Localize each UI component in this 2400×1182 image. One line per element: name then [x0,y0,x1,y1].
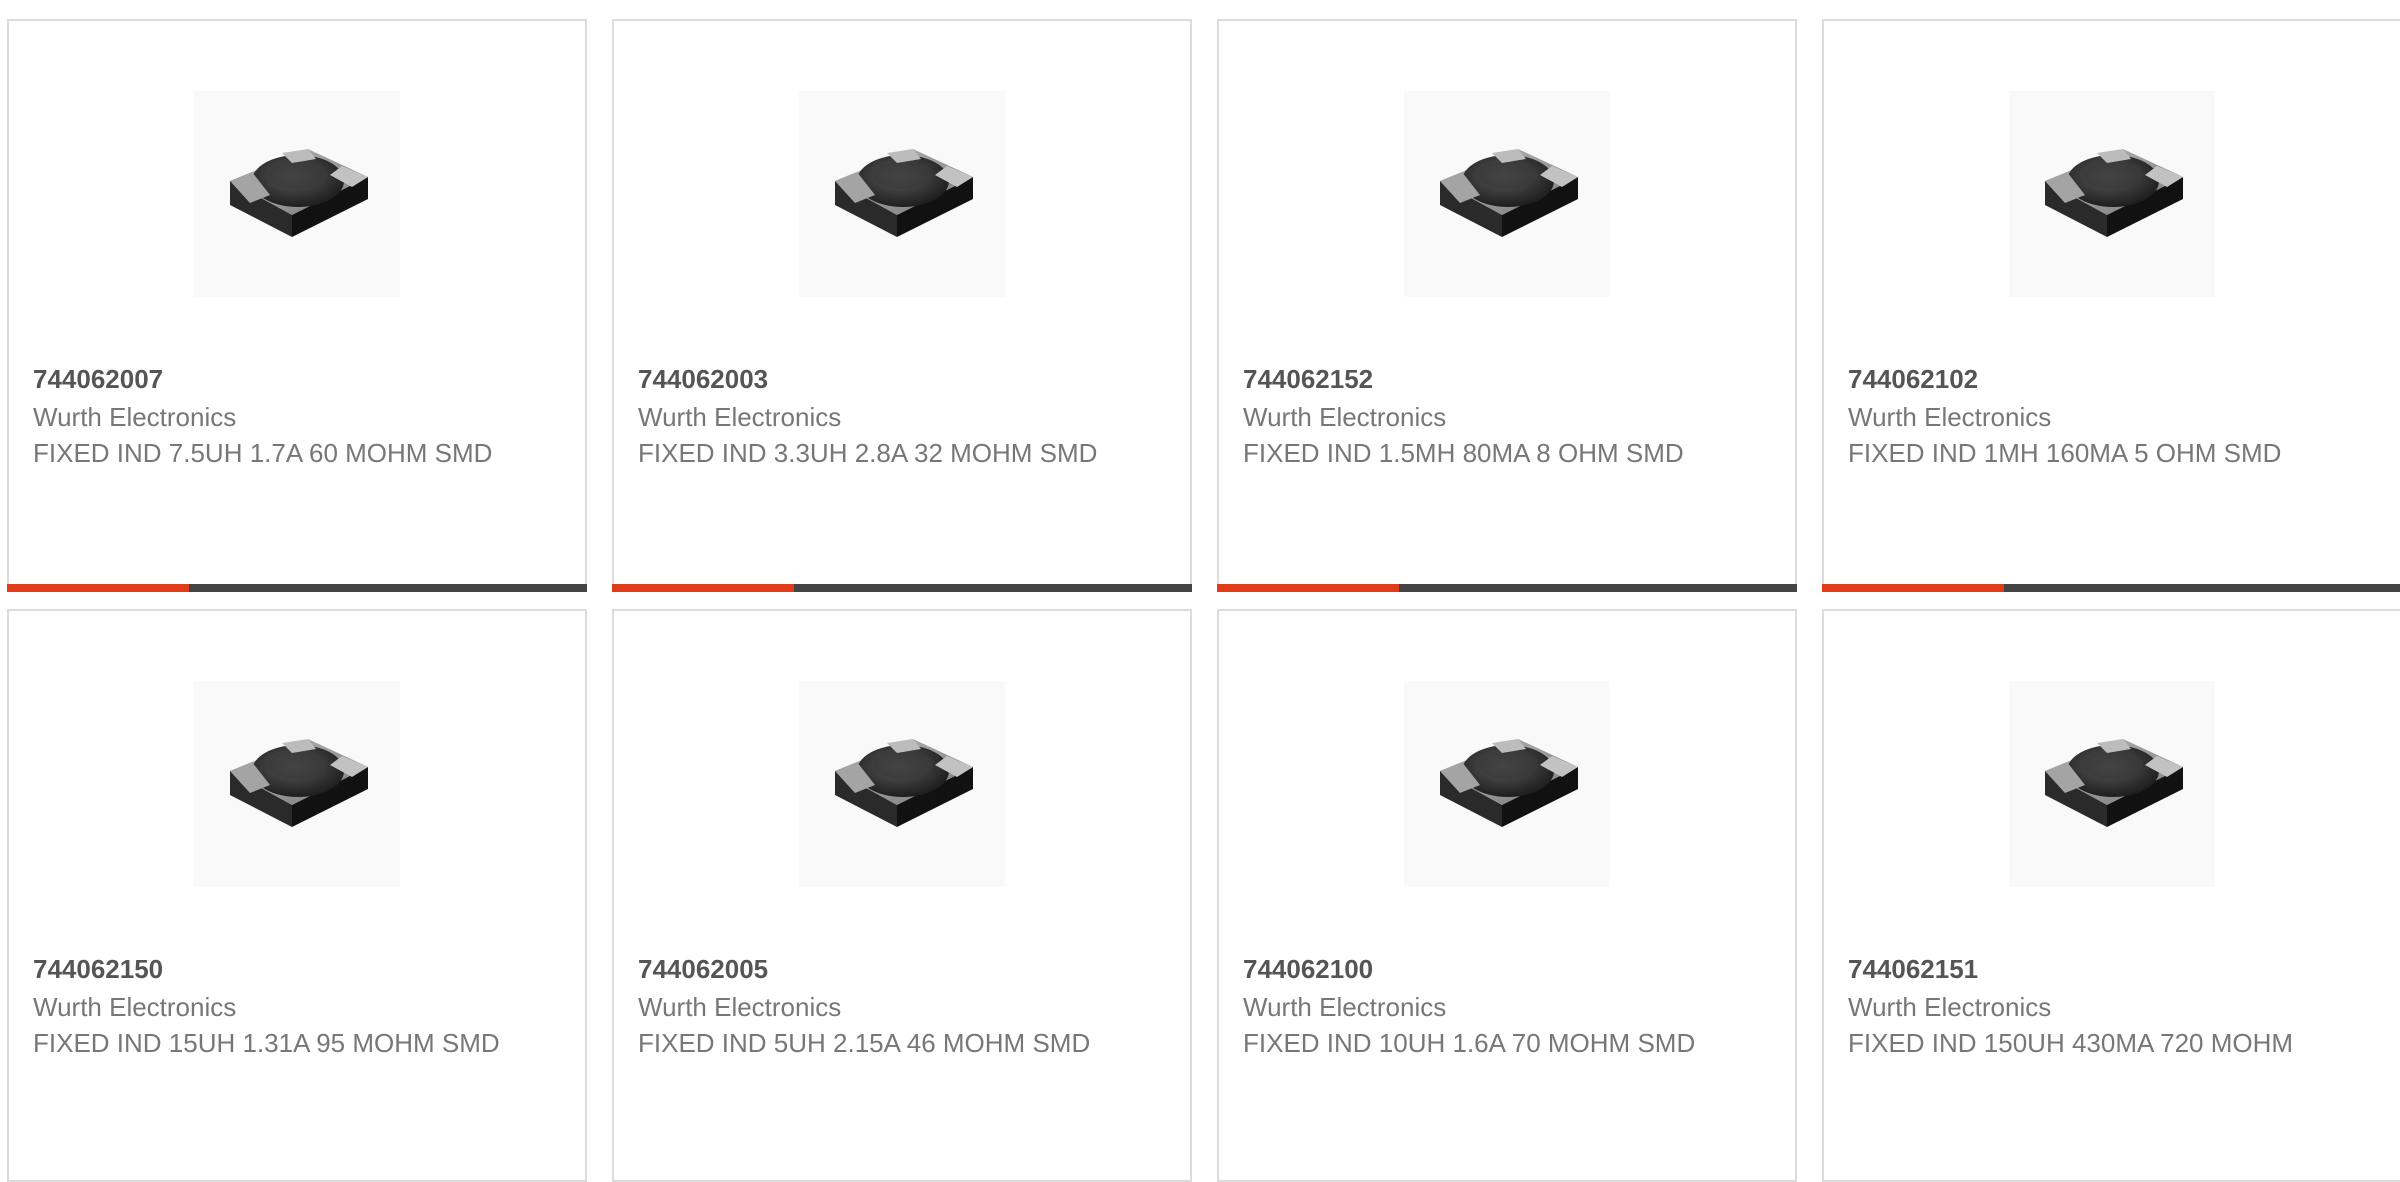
product-info: 744062102 Wurth Electronics FIXED IND 1M… [1848,361,2338,471]
product-info: 744062152 Wurth Electronics FIXED IND 1.… [1243,361,1733,471]
product-info: 744062100 Wurth Electronics FIXED IND 10… [1243,951,1733,1061]
card-bottom-bar [7,584,587,592]
smd-inductor-icon [230,149,368,237]
product-card[interactable]: 744062151 Wurth Electronics FIXED IND 15… [1822,609,2400,1182]
product-card[interactable]: 744062102 Wurth Electronics FIXED IND 1M… [1822,19,2400,592]
part-number[interactable]: 744062151 [1848,951,2338,987]
part-number[interactable]: 744062003 [638,361,1128,397]
manufacturer: Wurth Electronics [33,402,237,432]
card-bottom-bar [612,584,1192,592]
manufacturer: Wurth Electronics [638,402,842,432]
product-card[interactable]: 744062003 Wurth Electronics FIXED IND 3.… [612,19,1192,592]
smd-inductor-icon [835,149,973,237]
smd-inductor-icon [2045,739,2183,827]
part-number[interactable]: 744062152 [1243,361,1733,397]
smd-inductor-icon [230,739,368,827]
smd-inductor-icon [1440,149,1578,237]
product-description: FIXED IND 3.3UH 2.8A 32 MOHM SMD [638,438,1098,468]
manufacturer: Wurth Electronics [1848,402,2052,432]
part-number[interactable]: 744062102 [1848,361,2338,397]
smd-inductor-icon [1440,739,1578,827]
card-accent-bar [1822,584,2004,592]
manufacturer: Wurth Electronics [1848,992,2052,1022]
card-bottom-bar [1217,584,1797,592]
card-accent-bar [1217,584,1399,592]
product-image[interactable] [1404,681,1610,887]
product-grid: 744062007 Wurth Electronics FIXED IND 7.… [7,19,2400,1182]
product-card[interactable]: 744062100 Wurth Electronics FIXED IND 10… [1217,609,1797,1182]
manufacturer: Wurth Electronics [33,992,237,1022]
part-number[interactable]: 744062150 [33,951,523,987]
card-accent-bar [612,584,794,592]
product-description: FIXED IND 1MH 160MA 5 OHM SMD [1848,438,2282,468]
product-description: FIXED IND 5UH 2.15A 46 MOHM SMD [638,1028,1091,1058]
product-description: FIXED IND 7.5UH 1.7A 60 MOHM SMD [33,438,493,468]
product-image[interactable] [799,91,1005,297]
product-info: 744062007 Wurth Electronics FIXED IND 7.… [33,361,523,471]
product-description: FIXED IND 10UH 1.6A 70 MOHM SMD [1243,1028,1696,1058]
product-card[interactable]: 744062152 Wurth Electronics FIXED IND 1.… [1217,19,1797,592]
product-info: 744062003 Wurth Electronics FIXED IND 3.… [638,361,1128,471]
product-image[interactable] [2009,681,2215,887]
card-bottom-bar [1822,584,2400,592]
product-card[interactable]: 744062150 Wurth Electronics FIXED IND 15… [7,609,587,1182]
product-info: 744062150 Wurth Electronics FIXED IND 15… [33,951,523,1061]
product-image[interactable] [2009,91,2215,297]
product-description: FIXED IND 150UH 430MA 720 MOHM [1848,1028,2294,1058]
product-image[interactable] [194,681,400,887]
product-info: 744062005 Wurth Electronics FIXED IND 5U… [638,951,1128,1061]
product-image[interactable] [799,681,1005,887]
manufacturer: Wurth Electronics [1243,992,1447,1022]
product-image[interactable] [194,91,400,297]
manufacturer: Wurth Electronics [1243,402,1447,432]
part-number[interactable]: 744062005 [638,951,1128,987]
product-card[interactable]: 744062007 Wurth Electronics FIXED IND 7.… [7,19,587,592]
part-number[interactable]: 744062100 [1243,951,1733,987]
manufacturer: Wurth Electronics [638,992,842,1022]
smd-inductor-icon [835,739,973,827]
product-image[interactable] [1404,91,1610,297]
product-description: FIXED IND 15UH 1.31A 95 MOHM SMD [33,1028,500,1058]
product-description: FIXED IND 1.5MH 80MA 8 OHM SMD [1243,438,1684,468]
part-number[interactable]: 744062007 [33,361,523,397]
smd-inductor-icon [2045,149,2183,237]
card-accent-bar [7,584,189,592]
product-card[interactable]: 744062005 Wurth Electronics FIXED IND 5U… [612,609,1192,1182]
product-info: 744062151 Wurth Electronics FIXED IND 15… [1848,951,2338,1061]
